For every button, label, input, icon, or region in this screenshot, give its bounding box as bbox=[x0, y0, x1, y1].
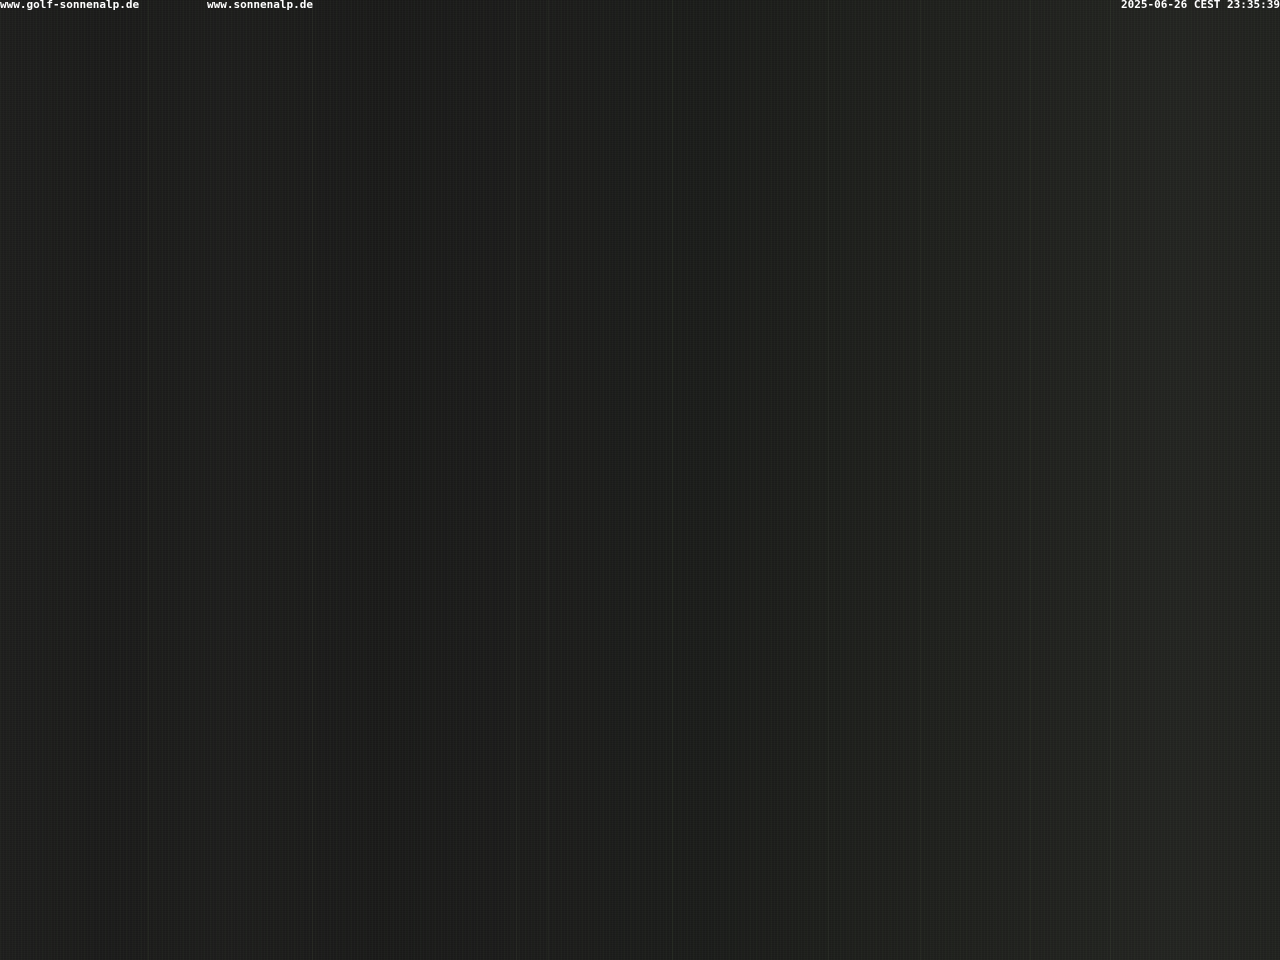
sensor-noise bbox=[0, 0, 1280, 960]
sensor-stripe bbox=[312, 0, 313, 960]
site-url-hotel: www.sonnenalp.de bbox=[207, 0, 313, 11]
sensor-stripe bbox=[548, 0, 549, 960]
webcam-frame: www.golf-sonnenalp.de www.sonnenalp.de 2… bbox=[0, 0, 1280, 960]
sensor-stripe bbox=[828, 0, 829, 960]
site-url-golf: www.golf-sonnenalp.de bbox=[0, 0, 140, 11]
sensor-stripe bbox=[148, 0, 149, 960]
sensor-stripe bbox=[672, 0, 673, 960]
sensor-stripe bbox=[516, 0, 517, 960]
capture-timestamp: 2025-06-26 CEST 23:35:39 bbox=[1121, 0, 1280, 11]
sensor-stripe bbox=[920, 0, 921, 960]
sensor-stripe bbox=[1030, 0, 1031, 960]
sensor-stripe bbox=[1110, 0, 1111, 960]
